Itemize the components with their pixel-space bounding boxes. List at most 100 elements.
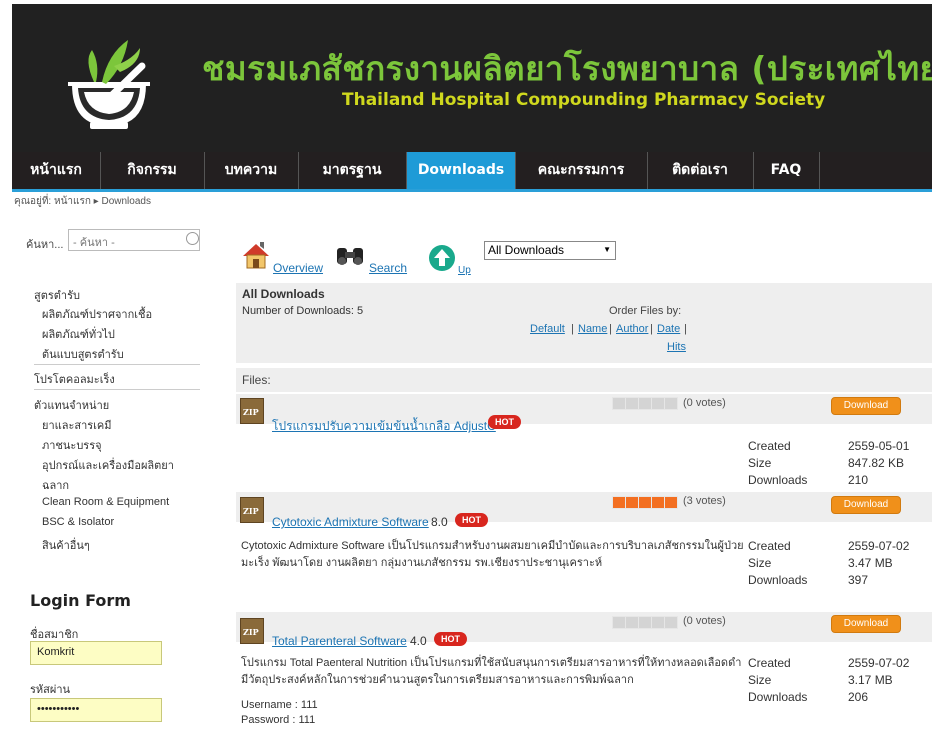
vote-count: (3 votes) — [683, 495, 726, 507]
search-icon[interactable] — [186, 232, 199, 245]
download-button[interactable]: Download — [831, 496, 901, 514]
chevron-down-icon: ▼ — [603, 245, 611, 254]
order-author-link[interactable]: Author — [616, 323, 648, 335]
nav-faq[interactable]: FAQ — [753, 152, 820, 189]
download-button[interactable]: Download — [831, 615, 901, 633]
file-description: Cytotoxic Admixture Software เป็นโปรแกรม… — [241, 540, 744, 569]
search-link[interactable]: Search — [369, 261, 407, 275]
nav-standards[interactable]: มาตรฐาน — [298, 152, 407, 189]
login-form-title: Login Form — [30, 591, 131, 610]
nav-home[interactable]: หน้าแรก — [12, 152, 101, 189]
hot-badge: HOT — [488, 415, 521, 429]
menu-containers[interactable]: ภาชนะบรรจุ — [42, 436, 102, 454]
menu-labels[interactable]: ฉลาก — [42, 476, 69, 494]
binoculars-icon[interactable] — [334, 244, 366, 268]
nav-articles[interactable]: บทความ — [204, 152, 299, 189]
download-count: Number of Downloads: 5 — [242, 305, 364, 317]
created-value: 2559-07-02 — [848, 656, 910, 670]
zip-file-icon: ZIP — [240, 618, 264, 644]
order-separator: | — [650, 323, 653, 335]
up-link[interactable]: Up — [458, 265, 471, 276]
created-value: 2559-05-01 — [848, 439, 910, 453]
menu-general-products[interactable]: ผลิตภัณฑ์ทั่วไป — [42, 325, 115, 343]
nav-contact[interactable]: ติดต่อเรา — [647, 152, 754, 189]
file-title-link[interactable]: Total Parenteral Software — [272, 634, 407, 648]
password-note: Password : 111 — [241, 714, 316, 726]
nav-committee[interactable]: คณะกรรมการ — [515, 152, 648, 189]
size-label: Size — [748, 556, 772, 570]
downloads-value: 206 — [848, 690, 869, 704]
file-version: 8.0 — [431, 515, 448, 529]
home-icon[interactable] — [240, 240, 272, 270]
mortar-pestle-logo — [68, 40, 150, 129]
created-label: Created — [748, 539, 791, 553]
order-name-link[interactable]: Name — [578, 323, 607, 335]
menu-clean-room[interactable]: Clean Room & Equipment — [42, 496, 169, 508]
order-label: Order Files by: — [609, 305, 682, 317]
order-separator: | — [571, 323, 574, 335]
download-button[interactable]: Download — [831, 397, 901, 415]
file-description: โปรแกรม Total Paenteral Nutrition เป็นโป… — [241, 657, 742, 686]
password-label: รหัสผ่าน — [30, 684, 71, 696]
downloads-label: Downloads — [748, 690, 808, 704]
size-value: 847.82 KB — [848, 456, 905, 470]
file-title-link[interactable]: โปรแกรมปรับความเข้มข้นน้ำเกลือ AdjustC — [272, 417, 496, 436]
rating-stars[interactable] — [612, 616, 678, 629]
zip-file-icon: ZIP — [240, 398, 264, 424]
vote-count: (0 votes) — [683, 397, 726, 409]
site-title-thai: ชมรมเภสัชกรงานผลิตยาโรงพยาบาล (ประเทศไทย… — [202, 49, 932, 88]
files-bar — [236, 368, 932, 392]
menu-cancer-protocol[interactable]: โปรโตคอลมะเร็ง — [34, 370, 115, 388]
zip-file-icon: ZIP — [240, 497, 264, 523]
file-version: 4.0 — [410, 634, 427, 648]
created-label: Created — [748, 439, 791, 453]
nav-downloads[interactable]: Downloads — [407, 152, 516, 189]
up-arrow-icon[interactable] — [428, 244, 456, 272]
menu-formulas[interactable]: สูตรตำรับ — [34, 286, 80, 304]
search-input[interactable]: - ค้นหา - — [68, 229, 200, 251]
nav-activities[interactable]: กิจกรรม — [100, 152, 205, 189]
overview-link[interactable]: Overview — [273, 261, 323, 275]
order-separator: | — [609, 323, 612, 335]
order-date-link[interactable]: Date — [657, 323, 680, 335]
menu-formula-templates[interactable]: ต้นแบบสูตรตำรับ — [42, 345, 124, 363]
menu-bsc-isolator[interactable]: BSC & Isolator — [42, 516, 114, 528]
password-field[interactable]: ••••••••••• — [30, 698, 162, 722]
vote-count: (0 votes) — [683, 615, 726, 627]
menu-other-products[interactable]: สินค้าอื่นๆ — [42, 536, 90, 554]
site-title-english: Thailand Hospital Compounding Pharmacy S… — [342, 90, 826, 110]
hot-badge: HOT — [455, 513, 488, 527]
size-label: Size — [748, 456, 772, 470]
files-label: Files: — [242, 373, 271, 387]
menu-divider — [34, 364, 200, 365]
order-separator: | — [684, 323, 687, 335]
menu-divider — [34, 389, 200, 390]
size-value: 3.47 MB — [848, 556, 893, 570]
menu-equipment[interactable]: อุปกรณ์และเครื่องมือผลิตยา — [42, 456, 174, 474]
downloads-label: Downloads — [748, 573, 808, 587]
size-value: 3.17 MB — [848, 673, 893, 687]
hot-badge: HOT — [434, 632, 467, 646]
menu-distributors[interactable]: ตัวแทนจำหน่าย — [34, 396, 109, 414]
rating-stars[interactable] — [612, 496, 678, 509]
downloads-value: 397 — [848, 573, 869, 587]
search-label: ค้นหา... — [26, 239, 64, 251]
page: ชมรมเภสัชกรงานผลิตยาโรงพยาบาล (ประเทศไทย… — [0, 0, 932, 732]
order-default-link[interactable]: Default — [530, 323, 565, 335]
rating-stars[interactable] — [612, 397, 678, 410]
created-value: 2559-07-02 — [848, 539, 910, 553]
menu-drugs-chemicals[interactable]: ยาและสารเคมี — [42, 416, 112, 434]
category-select[interactable]: All Downloads ▼ — [484, 241, 616, 260]
site-banner: ชมรมเภสัชกรงานผลิตยาโรงพยาบาล (ประเทศไทย… — [12, 4, 932, 152]
main-nav: หน้าแรก กิจกรรม บทความ มาตรฐาน Downloads… — [12, 152, 932, 192]
category-title: All Downloads — [242, 287, 325, 301]
menu-sterile-products[interactable]: ผลิตภัณฑ์ปราศจากเชื้อ — [42, 305, 152, 323]
downloads-label: Downloads — [748, 473, 808, 487]
breadcrumb: คุณอยู่ที่: หน้าแรก ▸ Downloads — [14, 196, 151, 207]
downloads-value: 210 — [848, 473, 869, 487]
username-field[interactable]: Komkrit — [30, 641, 162, 665]
order-hits-link[interactable]: Hits — [667, 341, 686, 353]
username-note: Username : 111 — [241, 699, 318, 711]
file-title-link[interactable]: Cytotoxic Admixture Software — [272, 515, 429, 529]
created-label: Created — [748, 656, 791, 670]
